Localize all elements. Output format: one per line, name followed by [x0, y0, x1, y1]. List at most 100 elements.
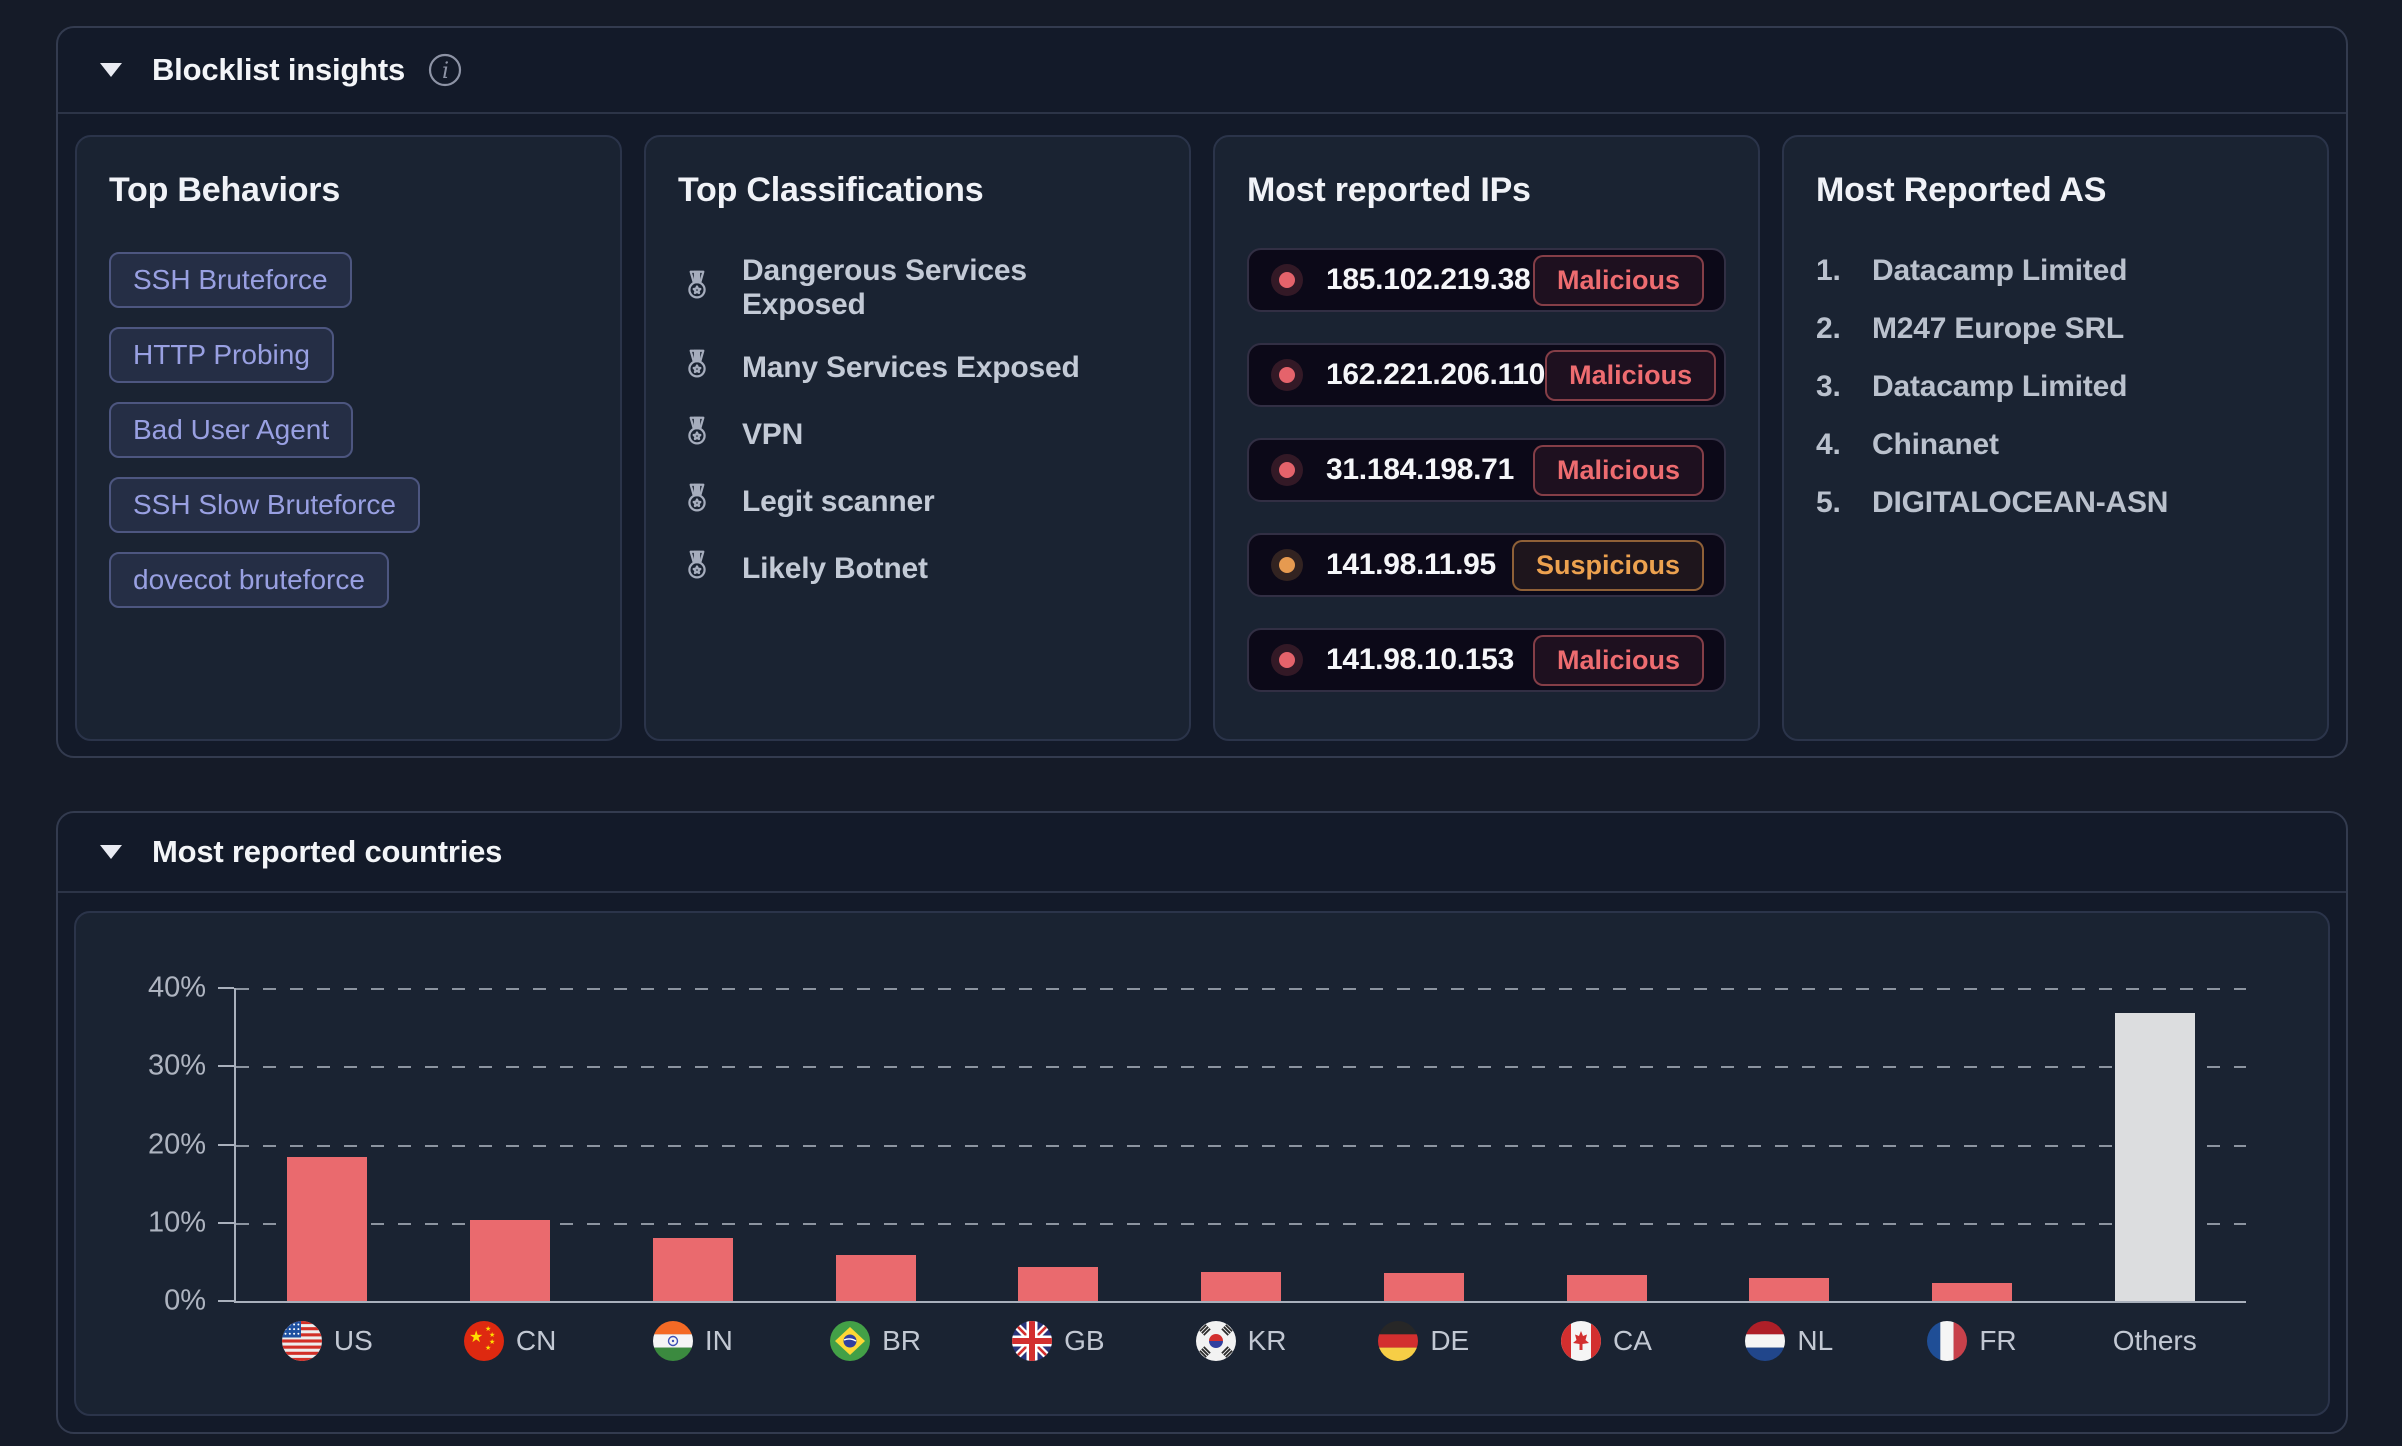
- classification-item: Likely Botnet: [678, 547, 1157, 590]
- flag-icon-kr: [1196, 1321, 1236, 1361]
- chart-band: [1881, 988, 2064, 1301]
- country-code: CN: [516, 1325, 556, 1357]
- countries-chart-card: US★★★★★CNINBRGBKRDECANLFROthers 40%30%20…: [74, 911, 2330, 1416]
- classification-item: VPN: [678, 413, 1157, 456]
- as-name: DIGITALOCEAN-ASN: [1872, 486, 2168, 520]
- country-bar: [1749, 1278, 1829, 1301]
- blocklist-insights-header: Blocklist insights i: [58, 28, 2346, 114]
- svg-text:★: ★: [469, 1327, 483, 1346]
- country-bar: [470, 1220, 550, 1301]
- classifications-list: Dangerous Services ExposedMany Services …: [678, 254, 1157, 590]
- country-label: GB: [967, 1321, 1150, 1361]
- behavior-tag: SSH Bruteforce: [109, 252, 352, 308]
- card-title: Top Classifications: [678, 171, 1157, 210]
- country-code: NL: [1797, 1325, 1833, 1357]
- country-bar: [653, 1238, 733, 1301]
- chart-band: [419, 988, 602, 1301]
- country-code: BR: [882, 1325, 921, 1357]
- dashboard: { "insights": { "title": "Blocklist insi…: [0, 0, 2402, 1446]
- ip-row[interactable]: 141.98.11.95Suspicious: [1247, 533, 1726, 597]
- country-label: KR: [1150, 1321, 1333, 1361]
- y-axis-label: 10%: [148, 1206, 206, 1239]
- flag-icon-br: [830, 1321, 870, 1361]
- status-badge: Malicious: [1545, 350, 1716, 401]
- most-reported-countries-panel: Most reported countries US ★★★★★ CN IN BR GB K…: [56, 811, 2348, 1434]
- country-label: NL: [1698, 1321, 1881, 1361]
- flag-icon-fr: [1927, 1321, 1967, 1361]
- reported-as-list: 1.Datacamp Limited2.M247 Europe SRL3.Dat…: [1816, 254, 2295, 520]
- chart-band: [236, 988, 419, 1301]
- chart-bars: [236, 988, 2246, 1301]
- country-bar: [1932, 1283, 2012, 1301]
- chart-band: [1698, 988, 1881, 1301]
- panel-title: Most reported countries: [152, 834, 502, 870]
- status-dot-icon: [1271, 359, 1303, 391]
- country-bar: [2115, 1013, 2195, 1301]
- axis-tick: [218, 1065, 234, 1067]
- ip-address: 185.102.219.38: [1326, 263, 1530, 297]
- country-code: US: [334, 1325, 373, 1357]
- flag-icon-in: [653, 1321, 693, 1361]
- ip-row[interactable]: 141.98.10.153Malicious: [1247, 628, 1726, 692]
- y-axis-label: 0%: [164, 1285, 206, 1318]
- country-code: DE: [1430, 1325, 1469, 1357]
- medal-icon: [678, 267, 716, 310]
- most-reported-as-card: Most Reported AS 1.Datacamp Limited2.M24…: [1782, 135, 2329, 741]
- status-dot-icon: [1271, 549, 1303, 581]
- classification-item: Many Services Exposed: [678, 346, 1157, 389]
- info-icon[interactable]: i: [427, 52, 463, 88]
- country-bar: [836, 1255, 916, 1301]
- ip-address: 31.184.198.71: [1326, 453, 1514, 487]
- axis-tick: [218, 1300, 234, 1302]
- top-classifications-card: Top Classifications Dangerous Services E…: [644, 135, 1191, 741]
- chart-x-labels: US ★★★★★ CN IN BR GB KR DE CA NL FR Others: [236, 1321, 2246, 1361]
- status-badge: Suspicious: [1512, 540, 1704, 591]
- chart-band: [2063, 988, 2246, 1301]
- as-rank: 5.: [1816, 486, 1854, 520]
- behavior-tag: SSH Slow Bruteforce: [109, 477, 420, 533]
- country-bar: [1018, 1267, 1098, 1301]
- country-label: ★★★★★ CN: [419, 1321, 602, 1361]
- country-code: GB: [1064, 1325, 1104, 1357]
- ip-row[interactable]: 31.184.198.71 Malicious: [1247, 438, 1726, 502]
- y-axis-label: 20%: [148, 1128, 206, 1161]
- status-badge: Malicious: [1533, 635, 1704, 686]
- ip-row[interactable]: 162.221.206.110Malicious: [1247, 343, 1726, 407]
- status-badge: Malicious: [1533, 445, 1704, 496]
- ip-address: 162.221.206.110: [1326, 358, 1545, 392]
- medal-icon: [678, 480, 716, 523]
- country-code: IN: [705, 1325, 733, 1357]
- country-bar: [1201, 1272, 1281, 1301]
- country-label: US: [236, 1321, 419, 1361]
- country-code: FR: [1979, 1325, 2016, 1357]
- as-name: Datacamp Limited: [1872, 370, 2127, 404]
- country-label: CA: [1515, 1321, 1698, 1361]
- medal-icon: [678, 413, 716, 456]
- flag-icon-ca: [1561, 1321, 1601, 1361]
- classification-label: Many Services Exposed: [742, 351, 1080, 385]
- classification-label: Likely Botnet: [742, 552, 928, 586]
- insight-cards-row: Top Behaviors SSH BruteforceHTTP Probing…: [75, 135, 2329, 741]
- collapse-caret-icon[interactable]: [100, 845, 122, 859]
- ip-row[interactable]: 185.102.219.38Malicious: [1247, 248, 1726, 312]
- panel-title: Blocklist insights: [152, 52, 405, 88]
- behavior-tags-list: SSH Bruteforce HTTP Probing Bad User Agent…: [109, 252, 588, 608]
- axis-tick: [218, 1144, 234, 1146]
- y-axis-label: 30%: [148, 1050, 206, 1083]
- behavior-tag: dovecot bruteforce: [109, 552, 389, 608]
- card-title: Most reported IPs: [1247, 171, 1726, 210]
- chart-band: [1150, 988, 1333, 1301]
- svg-text:★: ★: [485, 1344, 491, 1352]
- country-bar: [1567, 1275, 1647, 1301]
- flag-icon-gb: [1012, 1321, 1052, 1361]
- flag-icon-cn: ★★★★★: [464, 1321, 504, 1361]
- axis-tick: [218, 1222, 234, 1224]
- country-label: Others: [2063, 1321, 2246, 1361]
- as-item: 5. DIGITALOCEAN-ASN: [1816, 486, 2295, 520]
- behavior-tag: Bad User Agent: [109, 402, 353, 458]
- svg-text:i: i: [442, 59, 449, 84]
- behavior-tag: HTTP Probing: [109, 327, 334, 383]
- classification-item: Legit scanner: [678, 480, 1157, 523]
- as-name: Chinanet: [1872, 428, 1999, 462]
- collapse-caret-icon[interactable]: [100, 63, 122, 77]
